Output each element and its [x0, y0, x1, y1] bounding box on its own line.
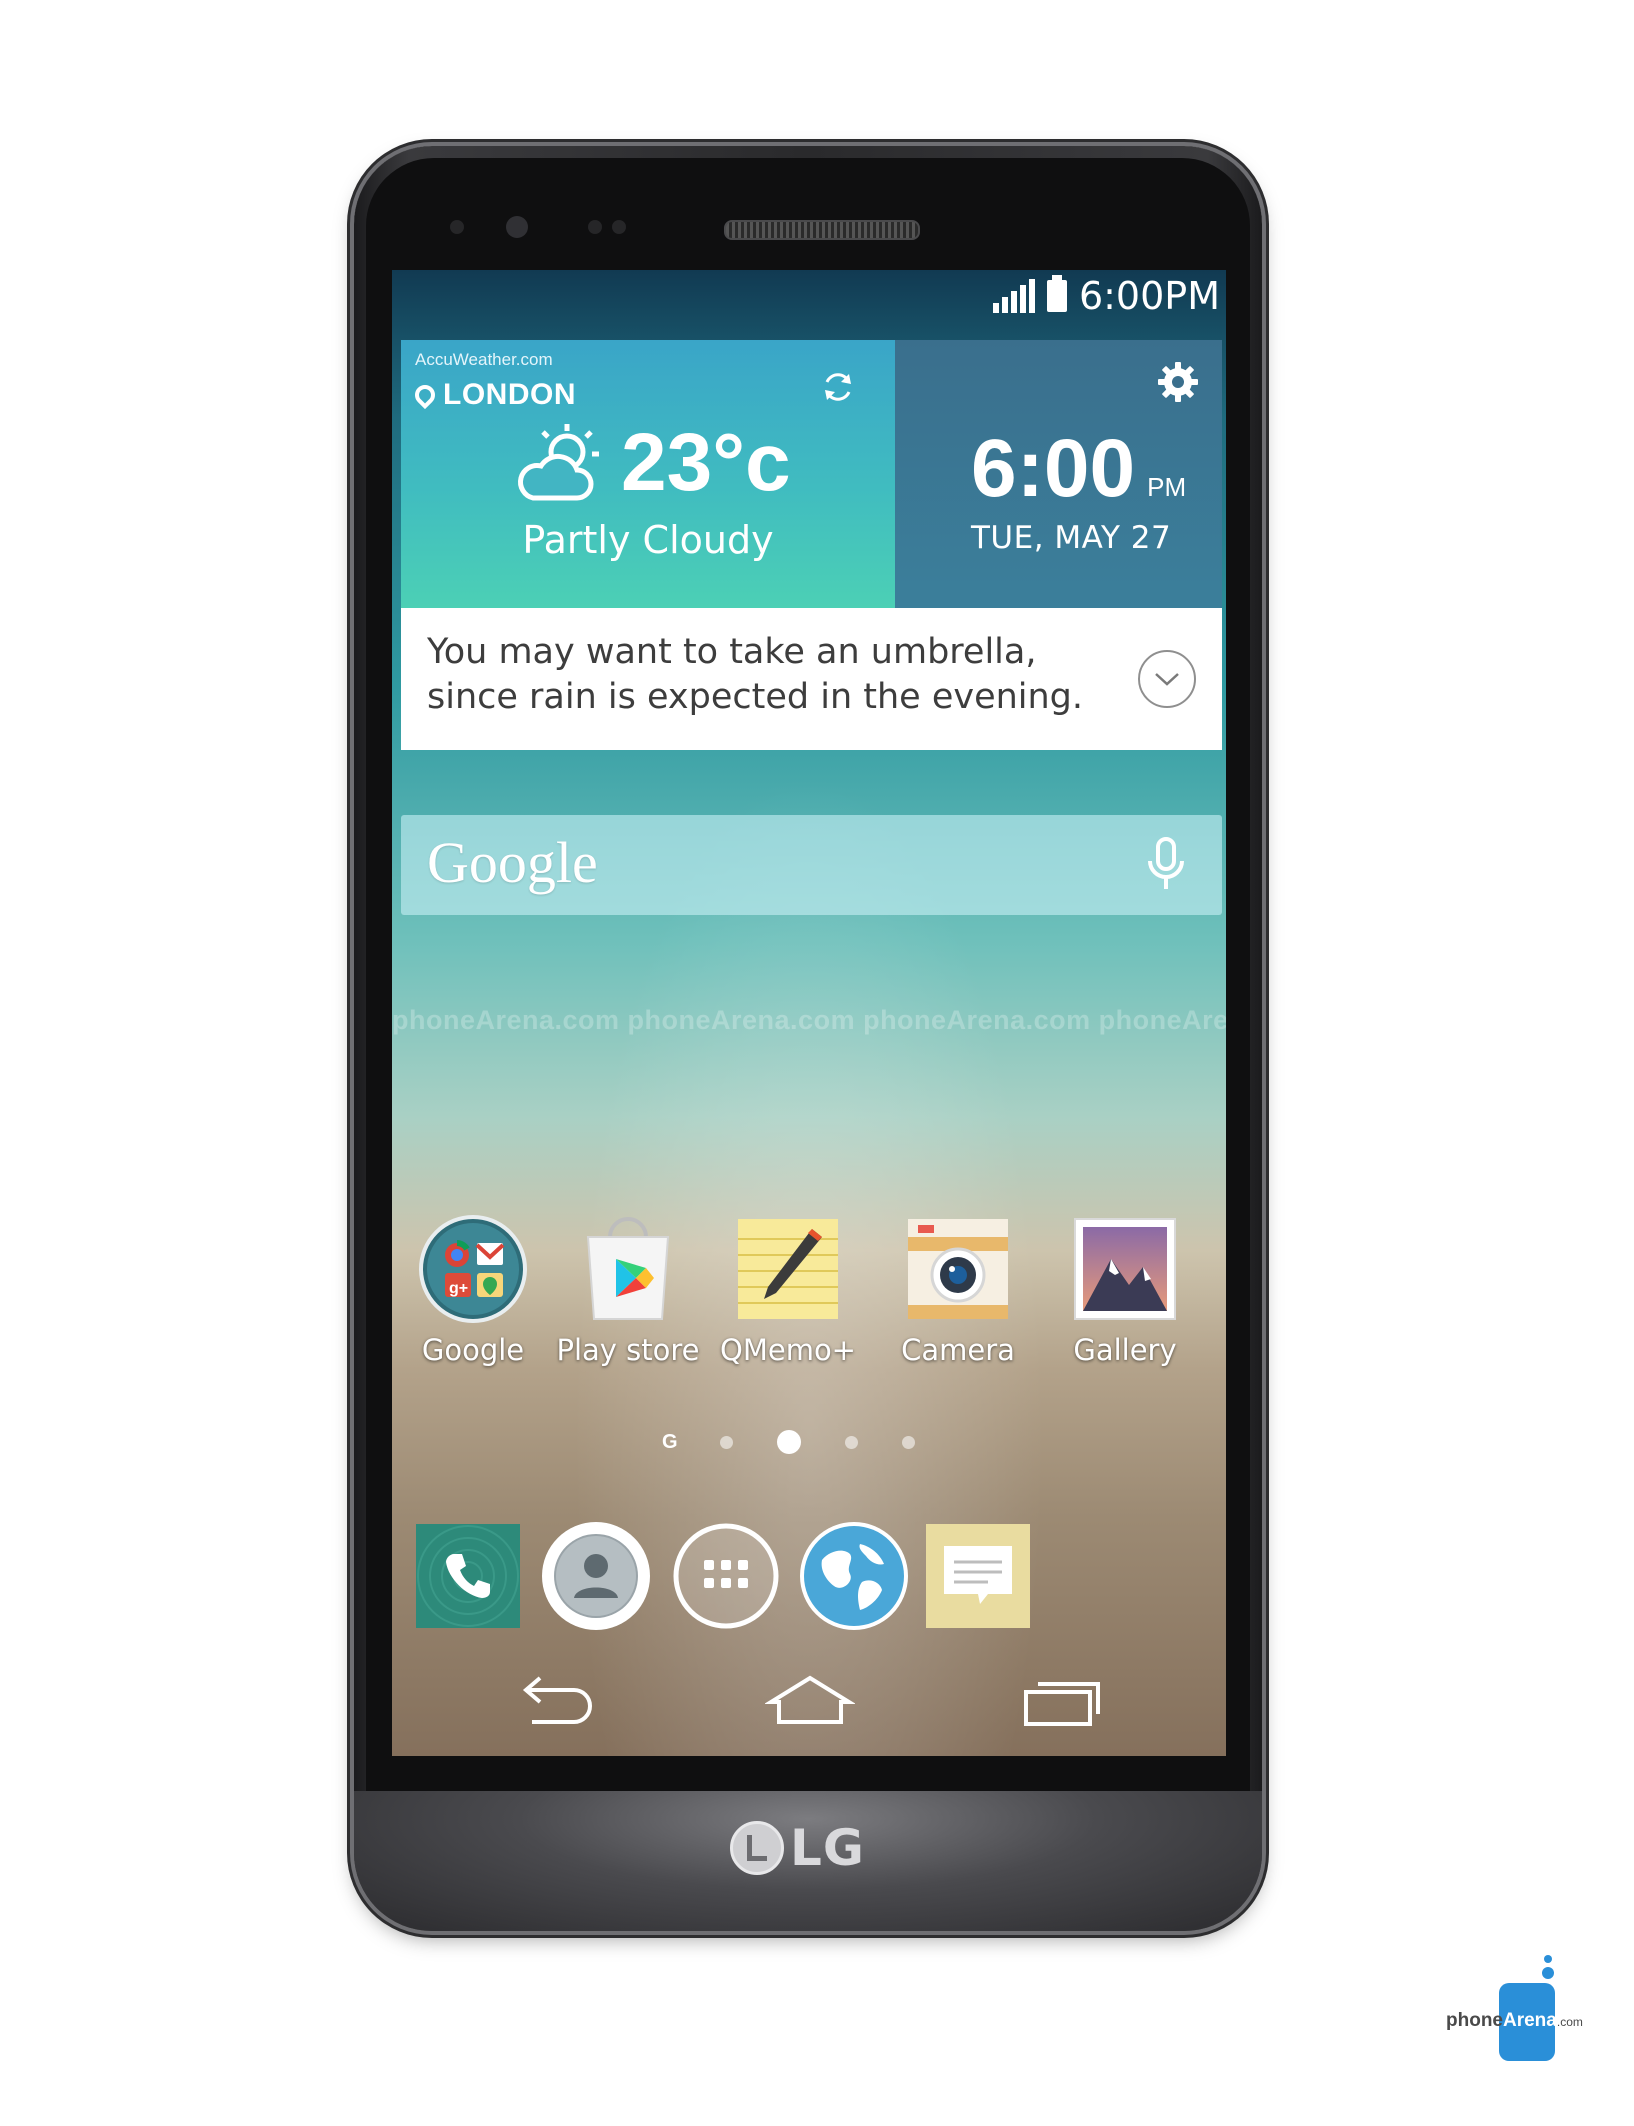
app-play-store[interactable]: Play store: [553, 1215, 703, 1367]
suggestion-line-2: since rain is expected in the evening.: [427, 677, 1084, 717]
logo-dot: [1544, 1955, 1552, 1963]
dock-contacts[interactable]: [540, 1520, 652, 1632]
watermark: phoneArena.com phoneArena.com phoneArena…: [392, 1005, 1226, 1035]
dock: [392, 1520, 1226, 1640]
chevron-down-icon: [1155, 673, 1179, 686]
lg-logo: LG: [730, 1819, 865, 1877]
app-qmemo[interactable]: QMemo+: [713, 1215, 863, 1367]
recents-icon[interactable]: [1016, 1670, 1106, 1730]
dock-browser[interactable]: [798, 1520, 910, 1632]
page-dot-active[interactable]: [777, 1430, 801, 1454]
signal-icon: [992, 279, 1035, 313]
location-name: LONDON: [443, 378, 576, 411]
google-folder-icon: g+: [419, 1215, 527, 1323]
logo-dot: [1542, 1967, 1554, 1979]
wordmark-com: .com: [1556, 2015, 1583, 2029]
google-page-indicator[interactable]: G: [662, 1431, 678, 1454]
clock-time: 6:00 PM: [971, 428, 1186, 510]
status-time: 6:00PM: [1078, 274, 1220, 318]
status-bar: 6:00PM: [992, 270, 1226, 322]
front-camera: [506, 216, 528, 238]
home-screen: 6:00PM AccuWeather.com LONDON 23°c Partl…: [392, 270, 1226, 1756]
app-shortcuts: g+ Google Play store QMemo+ Camera Galle…: [392, 1215, 1226, 1385]
clock-date: TUE, MAY 27: [971, 520, 1172, 556]
suggestion-text: You may want to take an umbrella, since …: [427, 630, 1107, 720]
page-indicator[interactable]: G: [662, 1430, 915, 1454]
temperature: 23°c: [621, 417, 791, 508]
refresh-icon[interactable]: [819, 368, 857, 406]
qmemo-icon: [734, 1215, 842, 1323]
google-search-bar[interactable]: Google: [401, 815, 1222, 915]
phonearena-logo: phoneArena.com: [1446, 1955, 1606, 2065]
play-store-icon: [574, 1215, 682, 1323]
light-sensor-2: [612, 220, 626, 234]
wordmark-phone: phone: [1446, 2010, 1503, 2031]
wordmark-arena: Arena: [1503, 2010, 1557, 2031]
page-dot[interactable]: [845, 1435, 858, 1449]
svg-text:g+: g+: [449, 1280, 468, 1297]
weather-suggestion-card[interactable]: You may want to take an umbrella, since …: [401, 608, 1222, 750]
app-label: Google: [421, 1333, 525, 1367]
dock-messages[interactable]: [922, 1520, 1034, 1632]
messages-icon: [926, 1524, 1030, 1628]
brand-name: LG: [790, 1819, 865, 1877]
weather-condition: Partly Cloudy: [522, 518, 774, 562]
home-icon[interactable]: [765, 1670, 855, 1730]
mic-icon[interactable]: [1146, 837, 1186, 893]
phone-icon: [416, 1524, 520, 1628]
partly-cloudy-icon: [518, 424, 599, 501]
earpiece-speaker: [724, 220, 920, 240]
back-icon[interactable]: [512, 1670, 602, 1730]
app-drawer-icon: [673, 1523, 779, 1629]
light-sensor: [588, 220, 602, 234]
gallery-icon: [1071, 1215, 1179, 1323]
google-logo: Google: [427, 830, 598, 895]
gear-icon[interactable]: [1156, 360, 1200, 404]
app-camera[interactable]: Camera: [883, 1215, 1033, 1367]
app-label: Play store: [556, 1333, 700, 1367]
weather-source: AccuWeather.com: [415, 350, 553, 369]
lg-emblem-icon: [730, 1821, 784, 1875]
dock-app-drawer[interactable]: [670, 1520, 782, 1632]
app-label: Gallery: [1073, 1333, 1177, 1367]
dock-phone[interactable]: [412, 1520, 524, 1632]
location-pin-icon: [410, 380, 440, 410]
suggestion-line-1: You may want to take an umbrella,: [427, 632, 1037, 672]
clock-ampm: PM: [1147, 472, 1187, 502]
weather-location: LONDON: [410, 378, 576, 412]
weather-widget[interactable]: AccuWeather.com LONDON 23°c Partly Cloud…: [401, 340, 895, 608]
browser-icon: [800, 1522, 908, 1630]
page-dot[interactable]: [902, 1435, 915, 1449]
app-label: Camera: [901, 1333, 1015, 1367]
app-google[interactable]: g+ Google: [398, 1215, 548, 1367]
expand-button[interactable]: [1138, 650, 1196, 708]
proximity-sensor: [450, 220, 464, 234]
camera-icon: [904, 1215, 1012, 1323]
weather-main: 23°c: [511, 420, 791, 506]
app-gallery[interactable]: Gallery: [1050, 1215, 1200, 1367]
battery-icon: [1046, 275, 1067, 312]
app-label: QMemo+: [720, 1333, 856, 1367]
clock-widget[interactable]: 6:00 PM TUE, MAY 27: [895, 340, 1222, 608]
page-dot[interactable]: [720, 1435, 733, 1449]
phonearena-wordmark: phoneArena.com: [1446, 2010, 1583, 2032]
phone-chin: LG: [354, 1791, 1262, 1931]
clock-digits: 6:00: [971, 423, 1136, 514]
navigation-bar: [392, 1670, 1226, 1740]
contacts-icon: [542, 1522, 650, 1630]
